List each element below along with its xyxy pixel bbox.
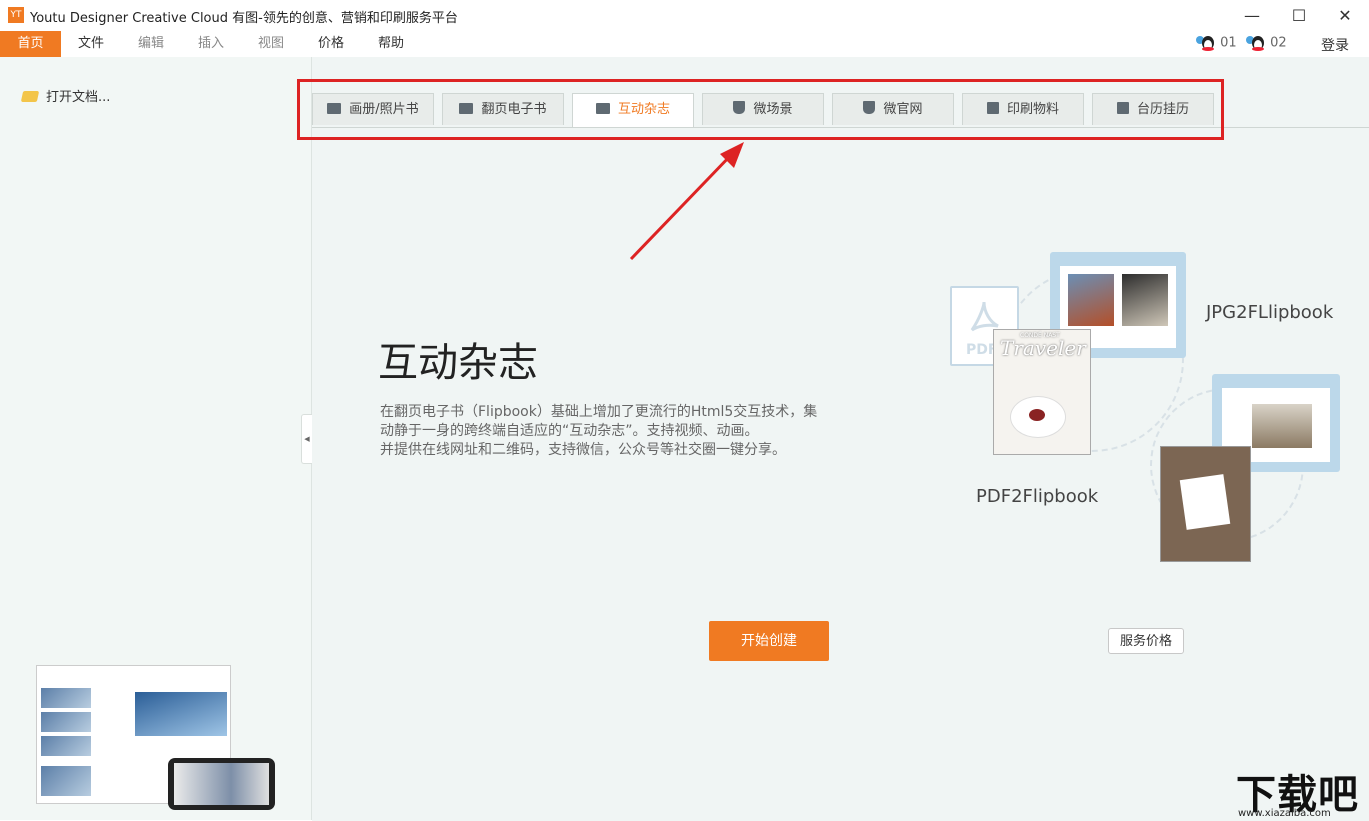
watermark-url: www.xiazaiba.com xyxy=(1238,808,1331,819)
magazine-cover: CONDÉ NAST Traveler xyxy=(993,329,1091,455)
feature-desc-line: 并提供在线网址和二维码，支持微信，公众号等社交圈一键分享。 xyxy=(380,441,880,460)
interior-photo xyxy=(1252,404,1312,448)
book-photo xyxy=(41,712,91,732)
book-photo xyxy=(135,692,227,736)
magazine-title: Traveler xyxy=(1000,336,1086,360)
photo-card xyxy=(1160,446,1251,562)
title-bar: YT Youtu Designer Creative Cloud 有图-领先的创… xyxy=(0,0,1369,31)
red-arrow-annotation xyxy=(620,140,750,265)
login-link[interactable]: 登录 xyxy=(1321,35,1349,55)
menu-help[interactable]: 帮助 xyxy=(368,31,414,57)
jpg-flipbook-label: JPG2FLlipbook xyxy=(1206,302,1333,323)
book-page-left xyxy=(37,666,133,803)
open-document-label: 打开文档... xyxy=(46,90,110,105)
service-price-button[interactable]: 服务价格 xyxy=(1108,628,1184,654)
close-button[interactable]: ✕ xyxy=(1322,0,1368,31)
pdf-flipbook-label: PDF2Flipbook xyxy=(976,486,1098,507)
feature-desc-line: 动静于一身的跨终端自适应的“互动杂志”。支持视频、动画。 xyxy=(380,422,880,441)
feature-illustration: PDF CONDÉ NAST Traveler xyxy=(940,228,1360,568)
feature-desc-line: 在翻页电子书（Flipbook）基础上增加了更流行的Html5交互技术，集 xyxy=(380,403,880,422)
tab-highlight-annotation xyxy=(297,79,1224,140)
magazine-photo xyxy=(1122,274,1168,326)
food-image xyxy=(1029,409,1045,421)
site-watermark: 下载吧 www.xiazaiba.com xyxy=(1232,764,1366,820)
plate-image xyxy=(1010,396,1066,438)
book-photo xyxy=(41,736,91,756)
menu-insert[interactable]: 插入 xyxy=(188,31,234,57)
menu-bar: 首页 文件 编辑 插入 视图 价格 帮助 xyxy=(0,31,1369,57)
book-photo xyxy=(41,766,91,796)
phone-screen xyxy=(174,763,269,805)
qq-penguin-icon xyxy=(1194,34,1216,52)
menu-edit[interactable]: 编辑 xyxy=(128,31,174,57)
menu-view[interactable]: 视图 xyxy=(248,31,294,57)
qq-label-1: 01 xyxy=(1220,36,1237,51)
open-document-button[interactable]: 打开文档... xyxy=(22,86,110,105)
folder-icon xyxy=(21,91,39,102)
menu-file[interactable]: 文件 xyxy=(68,31,114,57)
photo-frame xyxy=(1180,474,1231,530)
feature-title: 互动杂志 xyxy=(378,330,538,388)
window-title: Youtu Designer Creative Cloud 有图-领先的创意、营… xyxy=(30,7,458,26)
menu-price[interactable]: 价格 xyxy=(308,31,354,57)
qq-support-2[interactable]: 02 xyxy=(1244,34,1287,54)
qq-support-1[interactable]: 01 xyxy=(1194,34,1237,54)
magazine-photo xyxy=(1068,274,1114,326)
app-logo-icon: YT xyxy=(8,7,24,23)
phone-preview-image xyxy=(168,758,275,810)
menu-home[interactable]: 首页 xyxy=(0,31,61,57)
feature-description: 在翻页电子书（Flipbook）基础上增加了更流行的Html5交互技术，集 动静… xyxy=(380,403,880,460)
minimize-button[interactable]: — xyxy=(1229,0,1275,31)
maximize-button[interactable]: ☐ xyxy=(1276,0,1322,31)
qq-label-2: 02 xyxy=(1270,36,1287,51)
sidebar-collapse-handle[interactable]: ◀ xyxy=(301,414,312,464)
book-photo xyxy=(41,688,91,708)
start-create-button[interactable]: 开始创建 xyxy=(709,621,829,661)
qq-penguin-icon xyxy=(1244,34,1266,52)
